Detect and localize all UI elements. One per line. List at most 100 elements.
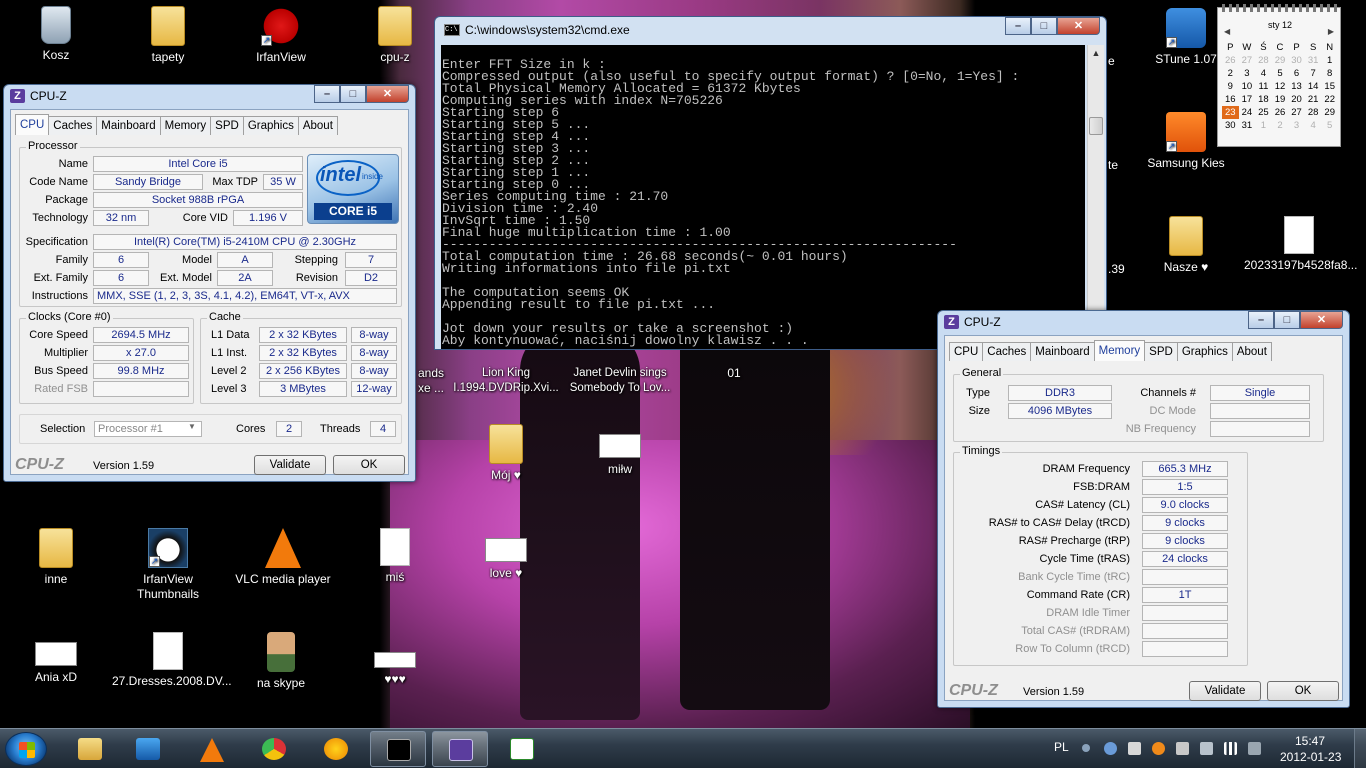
help-icon[interactable] [1082, 744, 1090, 752]
minimize-button[interactable]: – [314, 85, 340, 103]
desktop-icon-cpu-z[interactable]: cpu-z [347, 6, 443, 65]
desktop-icon-recycle-bin[interactable]: Kosz [8, 6, 104, 63]
calendar-day[interactable]: 29 [1321, 106, 1338, 119]
calendar-day[interactable]: 13 [1288, 80, 1305, 93]
calendar-day[interactable]: 31 [1239, 119, 1256, 132]
cpuz-cpu-window[interactable]: Z CPU-Z – □ ✕ CPU Caches Mainboard Memor… [3, 84, 416, 482]
calendar-day[interactable]: 9 [1222, 80, 1239, 93]
taskbar-vlc[interactable] [184, 731, 240, 767]
desktop-icon-01[interactable]: 01 [686, 366, 782, 381]
validate-button[interactable]: Validate [1189, 681, 1261, 701]
calendar-day[interactable]: 14 [1305, 80, 1322, 93]
tab-cpu[interactable]: CPU [949, 342, 984, 361]
tab-graphics[interactable]: Graphics [1176, 342, 1233, 361]
taskbar-cmd[interactable] [370, 731, 426, 767]
titlebar[interactable]: Z CPU-Z – □ ✕ [938, 311, 1349, 333]
calendar-today[interactable]: 23 [1222, 106, 1239, 119]
calendar-day[interactable]: 4 [1255, 67, 1272, 80]
calendar-day[interactable]: 3 [1239, 67, 1256, 80]
tray-misc-icon[interactable] [1248, 742, 1261, 755]
tab-spd[interactable]: SPD [210, 116, 244, 135]
calendar-day[interactable]: 25 [1255, 106, 1272, 119]
taskbar-cpuz[interactable] [432, 731, 488, 767]
calendar-day[interactable]: 29 [1272, 54, 1289, 67]
volume-muted-icon[interactable] [1176, 742, 1189, 755]
wifi-signal-icon[interactable] [1224, 742, 1237, 755]
taskbar-media-player[interactable] [120, 731, 176, 767]
calendar-day[interactable]: 6 [1288, 67, 1305, 80]
desktop-icon-mis[interactable]: miś [347, 528, 443, 585]
maximize-button[interactable]: □ [340, 85, 366, 103]
calendar-day[interactable]: 1 [1255, 119, 1272, 132]
power-icon[interactable] [1200, 742, 1213, 755]
desktop-icon-27-dresses[interactable]: 27.Dresses.2008.DV... [112, 632, 232, 689]
desktop-icon-vlc[interactable]: VLC media player [233, 528, 333, 587]
calendar-day[interactable]: 31 [1305, 54, 1322, 67]
desktop-icon-lion-king[interactable]: Lion King I.1994.DVDRip.Xvi... [446, 366, 566, 396]
desktop-icon-tapety[interactable]: tapety [120, 6, 216, 65]
calendar-day[interactable]: 16 [1222, 93, 1239, 106]
calendar-day[interactable]: 30 [1222, 119, 1239, 132]
tab-memory[interactable]: Memory [159, 116, 212, 135]
titlebar[interactable]: Z CPU-Z – □ ✕ [4, 85, 415, 107]
calendar-day[interactable]: 12 [1272, 80, 1289, 93]
clock-date[interactable]: 2012-01-23 [1280, 750, 1341, 764]
start-button[interactable] [5, 732, 47, 766]
calendar-day[interactable]: 2 [1222, 67, 1239, 80]
calendar-day[interactable]: 11 [1255, 80, 1272, 93]
maximize-button[interactable]: □ [1031, 17, 1057, 35]
calendar-day[interactable]: 3 [1288, 119, 1305, 132]
desktop-icon-inne[interactable]: inne [8, 528, 104, 587]
cmd-scrollbar[interactable]: ▲ ▼ [1087, 45, 1104, 349]
calendar-day[interactable]: 17 [1239, 93, 1256, 106]
taskbar-explorer[interactable] [62, 731, 118, 767]
desktop-icon-janet-devlin[interactable]: Janet Devlin sings Somebody To Lov... [560, 366, 680, 396]
close-button[interactable]: ✕ [1057, 17, 1100, 35]
cmd-console-output[interactable]: Enter FFT Size in k : Compressed output (… [441, 45, 1085, 349]
tab-graphics[interactable]: Graphics [242, 116, 299, 135]
calendar-day[interactable]: 4 [1305, 119, 1322, 132]
taskbar-chrome[interactable] [246, 731, 302, 767]
tab-about[interactable]: About [297, 116, 338, 135]
calendar-day[interactable]: 18 [1255, 93, 1272, 106]
tab-caches[interactable]: Caches [982, 342, 1032, 361]
desktop-icon-image-file[interactable]: 20233197b4528fa8... [1244, 216, 1357, 273]
minimize-button[interactable]: – [1248, 311, 1274, 329]
tab-mainboard[interactable]: Mainboard [1030, 342, 1095, 361]
close-button[interactable]: ✕ [366, 85, 409, 103]
tab-caches[interactable]: Caches [48, 116, 98, 135]
validate-button[interactable]: Validate [254, 455, 326, 475]
calendar-day[interactable]: 27 [1288, 106, 1305, 119]
close-button[interactable]: ✕ [1300, 311, 1343, 329]
cmd-window[interactable]: C:\ C:\windows\system32\cmd.exe – □ ✕ En… [434, 16, 1107, 350]
tab-mainboard[interactable]: Mainboard [96, 116, 161, 135]
calendar-day[interactable]: 30 [1288, 54, 1305, 67]
antivirus-icon[interactable] [1152, 742, 1165, 755]
calendar-day[interactable]: 21 [1305, 93, 1322, 106]
calendar-day[interactable]: 26 [1272, 106, 1289, 119]
clock-time[interactable]: 15:47 [1295, 734, 1325, 748]
desktop-icon-ania[interactable]: Ania xD [8, 632, 104, 685]
desktop-icon-hearts[interactable]: ♥♥♥ [347, 632, 443, 687]
tab-about[interactable]: About [1231, 342, 1272, 361]
calendar-day[interactable]: 27 [1239, 54, 1256, 67]
calendar-day[interactable]: 28 [1305, 106, 1322, 119]
show-desktop-button[interactable] [1354, 729, 1366, 768]
desktop-icon-irfanview-thumbnails[interactable]: ↗ IrfanView Thumbnails [120, 528, 216, 602]
calendar-day[interactable]: 28 [1255, 54, 1272, 67]
calendar-next-arrow-icon[interactable]: ▶ [1328, 27, 1334, 36]
calendar-day[interactable]: 8 [1321, 67, 1338, 80]
calendar-day[interactable]: 15 [1321, 80, 1338, 93]
calendar-day[interactable]: 10 [1239, 80, 1256, 93]
calendar-gadget[interactable]: sty 12 ◀ ▶ P W Ś C P S N 26 27 28 29 30 … [1217, 4, 1341, 147]
desktop-icon-irfanview[interactable]: ↗ IrfanView [233, 6, 329, 65]
calendar-day[interactable]: 5 [1321, 119, 1338, 132]
ok-button[interactable]: OK [333, 455, 405, 475]
scroll-thumb[interactable] [1089, 117, 1103, 135]
desktop-icon-na-skype[interactable]: na skype [233, 632, 329, 691]
chevron-down-icon[interactable]: ▼ [188, 422, 196, 431]
minimize-button[interactable]: – [1005, 17, 1031, 35]
taskbar-superpi[interactable] [494, 731, 550, 767]
calendar-prev-arrow-icon[interactable]: ◀ [1224, 27, 1230, 36]
calendar-day[interactable]: 1 [1321, 54, 1338, 67]
